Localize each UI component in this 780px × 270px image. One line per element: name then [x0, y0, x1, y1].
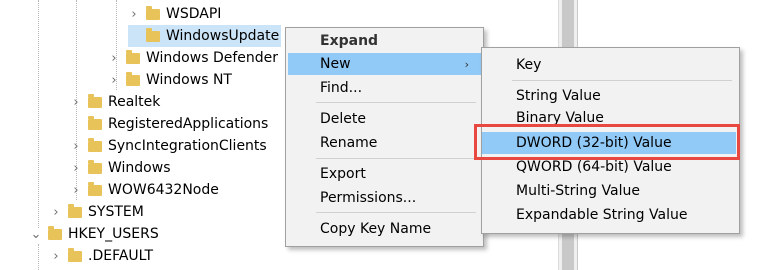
tree-node-label: Windows Defender: [146, 50, 279, 66]
tree-node-windows-defender[interactable]: › Windows Defender: [108, 47, 278, 69]
chevron-right-icon[interactable]: ›: [70, 91, 82, 113]
folder-icon: [88, 137, 102, 152]
menu-item-permissions[interactable]: Permissions...: [286, 187, 483, 209]
menu-separator: [316, 102, 476, 103]
menu-separator: [512, 80, 732, 81]
annotation-highlight-box: [474, 124, 740, 160]
folder-icon: [48, 225, 62, 240]
folder-icon: [126, 71, 140, 86]
menu-item-label: Expandable String Value: [516, 207, 688, 223]
chevron-right-icon[interactable]: ›: [50, 245, 62, 267]
tree-guide-line: [38, 0, 39, 228]
tree-node-label: Windows: [108, 160, 171, 176]
menu-item-label: Delete: [320, 111, 366, 127]
submenu-item-key[interactable]: Key: [482, 54, 739, 76]
chevron-right-icon[interactable]: ›: [108, 69, 120, 91]
menu-item-new[interactable]: New ›: [288, 53, 481, 75]
menu-item-label: Find...: [320, 80, 363, 96]
folder-icon: [88, 115, 102, 130]
folder-icon: [146, 27, 160, 42]
menu-item-label: QWORD (64-bit) Value: [516, 159, 672, 175]
tree-node-default[interactable]: › .DEFAULT: [50, 245, 153, 267]
folder-icon: [146, 5, 160, 20]
chevron-right-icon[interactable]: ›: [50, 201, 62, 223]
folder-icon: [88, 181, 102, 196]
tree-node-realtek[interactable]: › Realtek: [70, 91, 160, 113]
menu-item-label: String Value: [516, 88, 601, 104]
menu-item-label: Export: [320, 166, 366, 182]
tree-node-wow6432node[interactable]: › WOW6432Node: [70, 179, 219, 201]
submenu-item-multi-string-value[interactable]: Multi-String Value: [482, 180, 739, 202]
tree-node-label: SYSTEM: [88, 204, 144, 220]
menu-item-label: Rename: [320, 135, 378, 151]
tree-node-label: WindowsUpdate: [166, 28, 280, 44]
context-menu: Expand New › Find... Delete Rename Expor…: [285, 27, 484, 247]
tree-node-windows[interactable]: › Windows: [70, 157, 171, 179]
tree-node-windowsupdate[interactable]: WindowsUpdate: [128, 25, 282, 47]
menu-item-delete[interactable]: Delete: [286, 108, 483, 130]
tree-node-label: WSDAPI: [166, 6, 222, 22]
folder-icon: [88, 93, 102, 108]
tree-node-label: .DEFAULT: [88, 248, 154, 264]
menu-item-label: New: [320, 56, 351, 72]
menu-item-expand[interactable]: Expand: [286, 30, 483, 52]
tree-node-syncintegrationclients[interactable]: › SyncIntegrationClients: [70, 135, 267, 157]
menu-item-label: Key: [516, 57, 542, 73]
menu-item-export[interactable]: Export: [286, 163, 483, 185]
tree-node-label: SyncIntegrationClients: [108, 138, 267, 154]
tree-node-hkey-users[interactable]: ⌄ HKEY_USERS: [30, 223, 159, 245]
tree-node-label: RegisteredApplications: [108, 116, 269, 132]
menu-item-label: Permissions...: [320, 190, 417, 206]
tree-node-label: Windows NT: [146, 72, 232, 88]
tree-node-label: Realtek: [108, 94, 161, 110]
menu-item-copy-key-name[interactable]: Copy Key Name: [286, 218, 483, 240]
tree-node-system[interactable]: › SYSTEM: [50, 201, 144, 223]
tree-node-windows-nt[interactable]: › Windows NT: [108, 69, 232, 91]
tree-node-label: HKEY_USERS: [68, 226, 159, 242]
chevron-right-icon[interactable]: ›: [128, 3, 140, 25]
tree-node-registeredapplications[interactable]: RegisteredApplications: [70, 113, 268, 135]
folder-icon: [68, 247, 82, 262]
submenu-item-expandable-string-value[interactable]: Expandable String Value: [482, 204, 739, 226]
chevron-right-icon[interactable]: ›: [108, 47, 120, 69]
folder-icon: [88, 159, 102, 174]
folder-icon: [68, 203, 82, 218]
tree-node-wsdapi[interactable]: › WSDAPI: [128, 3, 221, 25]
folder-icon: [126, 49, 140, 64]
menu-separator: [316, 212, 476, 213]
menu-item-label: Copy Key Name: [320, 221, 432, 237]
chevron-down-icon[interactable]: ⌄: [30, 223, 42, 245]
chevron-right-icon[interactable]: ›: [70, 157, 82, 179]
chevron-right-icon[interactable]: ›: [70, 179, 82, 201]
submenu-arrow-icon: ›: [464, 57, 469, 71]
tree-node-label: WOW6432Node: [108, 182, 219, 198]
menu-item-rename[interactable]: Rename: [286, 132, 483, 154]
menu-separator: [316, 158, 476, 159]
submenu-item-string-value[interactable]: String Value: [482, 85, 739, 107]
tree-guide-line: [38, 244, 39, 270]
menu-item-find[interactable]: Find...: [286, 77, 483, 99]
chevron-right-icon[interactable]: ›: [70, 135, 82, 157]
menu-item-label: Multi-String Value: [516, 183, 640, 199]
menu-item-label: Expand: [320, 33, 379, 49]
